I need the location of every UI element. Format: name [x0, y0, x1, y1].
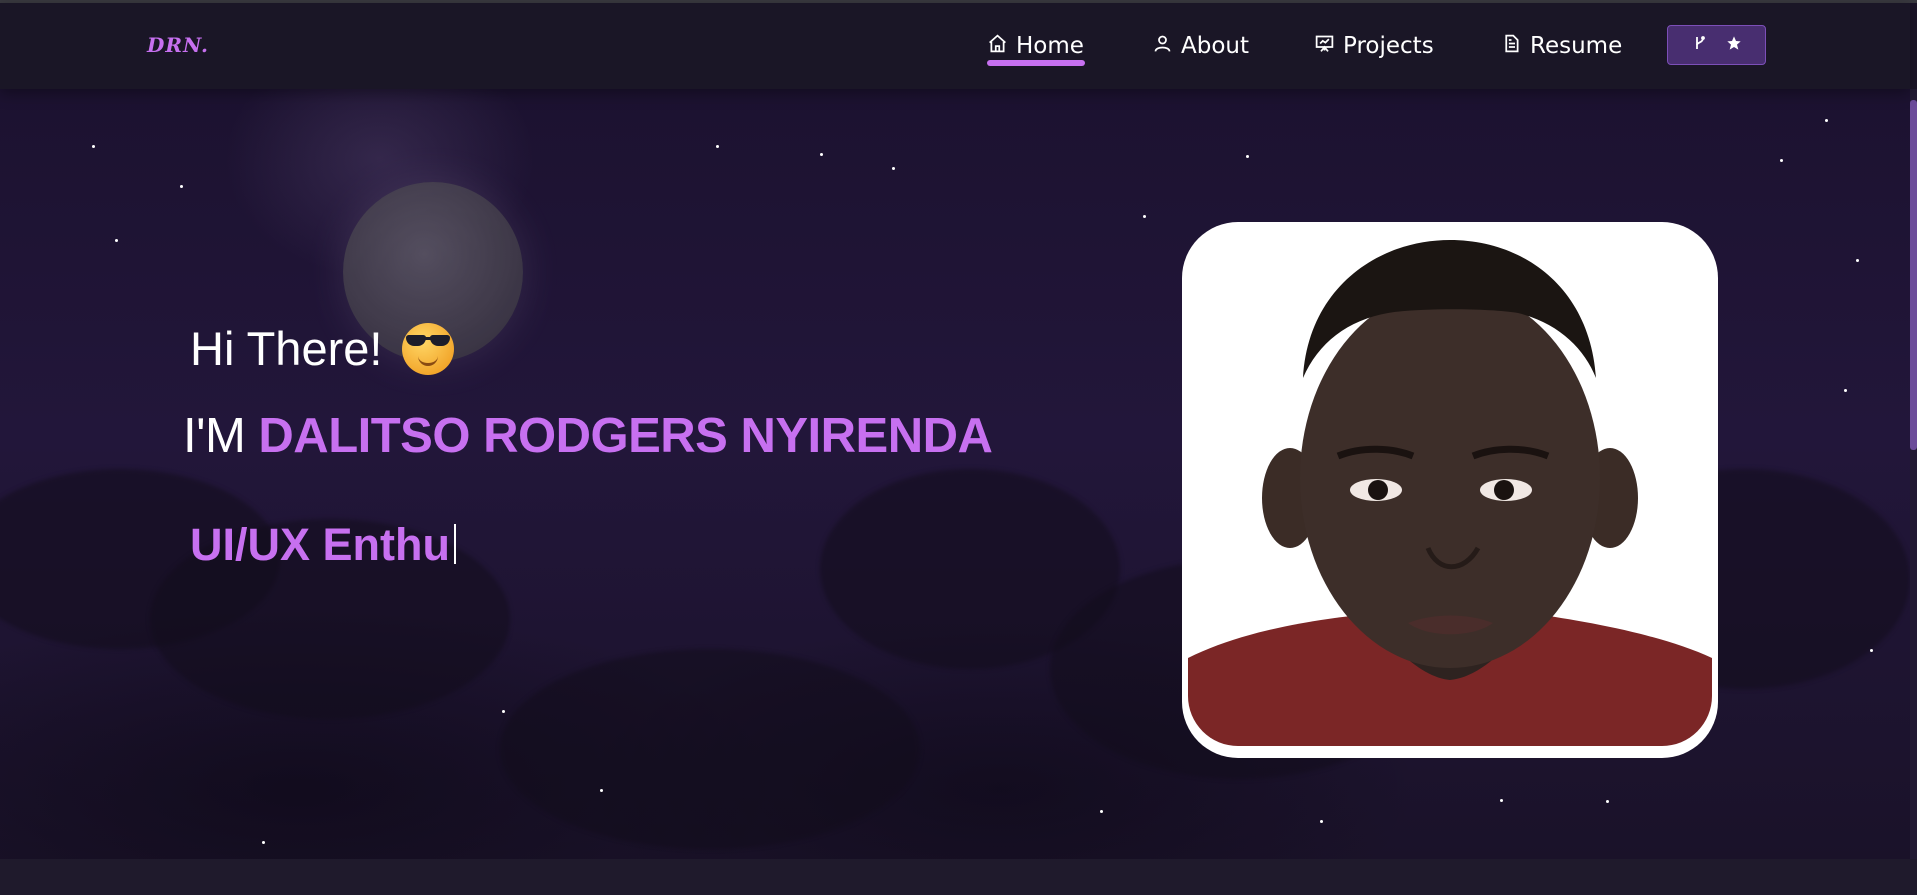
star-decoration — [92, 145, 95, 148]
user-icon — [1152, 33, 1173, 60]
presentation-icon — [1314, 33, 1335, 60]
nav-home[interactable]: Home — [987, 29, 1084, 63]
greeting-line: Hi There! — [190, 321, 455, 376]
intro-prefix: I'M — [183, 409, 246, 463]
star-decoration — [1844, 389, 1847, 392]
next-section-edge — [0, 859, 1917, 895]
full-name: DALITSO RODGERS NYIRENDA — [258, 409, 993, 463]
star-decoration — [820, 153, 823, 156]
star-decoration — [1870, 649, 1873, 652]
star-decoration — [1825, 119, 1828, 122]
intro-heading: I'M DALITSO RODGERS NYIRENDA — [183, 408, 993, 464]
typewriter-text: UI/UX Enthu — [190, 519, 450, 570]
star-decoration — [1606, 800, 1609, 803]
smiling-face-with-sunglasses-icon — [402, 322, 455, 375]
github-repo-button[interactable] — [1667, 25, 1766, 65]
typing-cursor — [453, 524, 456, 564]
profile-photo-frame — [1182, 222, 1718, 758]
star-decoration — [1143, 215, 1146, 218]
nav-about-label: About — [1181, 33, 1250, 59]
star-decoration — [1500, 799, 1503, 802]
star-decoration — [1780, 159, 1783, 162]
nav-about[interactable]: About — [1152, 29, 1249, 63]
star-decoration — [600, 789, 603, 792]
typewriter-line: UI/UX Enthu — [190, 519, 456, 571]
star-decoration — [1100, 810, 1103, 813]
star-decoration — [1246, 155, 1249, 158]
cloud-decoration — [500, 649, 920, 849]
nav-resume[interactable]: Resume — [1501, 29, 1622, 63]
profile-photo — [1188, 228, 1712, 746]
nav-home-label: Home — [1016, 33, 1084, 59]
nav-projects-label: Projects — [1343, 33, 1434, 59]
star-decoration — [262, 841, 265, 844]
navbar: DRN. Home About Projects Resume — [0, 3, 1910, 89]
star-decoration — [1856, 259, 1859, 262]
scrollbar-thumb[interactable] — [1910, 100, 1917, 450]
star-icon — [1726, 35, 1742, 55]
git-fork-icon — [1692, 35, 1708, 55]
nav-resume-label: Resume — [1530, 33, 1623, 59]
hero-section: Hi There! I'M DALITSO RODGERS NYIRENDA U… — [0, 89, 1910, 859]
document-icon — [1501, 33, 1522, 60]
active-nav-indicator — [987, 60, 1085, 66]
star-decoration — [892, 167, 895, 170]
star-decoration — [180, 185, 183, 188]
star-decoration — [716, 145, 719, 148]
star-decoration — [115, 239, 118, 242]
brand-logo[interactable]: DRN. — [147, 33, 209, 57]
star-decoration — [1320, 820, 1323, 823]
nav-projects[interactable]: Projects — [1314, 29, 1434, 63]
home-icon — [987, 33, 1008, 60]
star-decoration — [502, 710, 505, 713]
greeting-text: Hi There! — [190, 322, 383, 375]
